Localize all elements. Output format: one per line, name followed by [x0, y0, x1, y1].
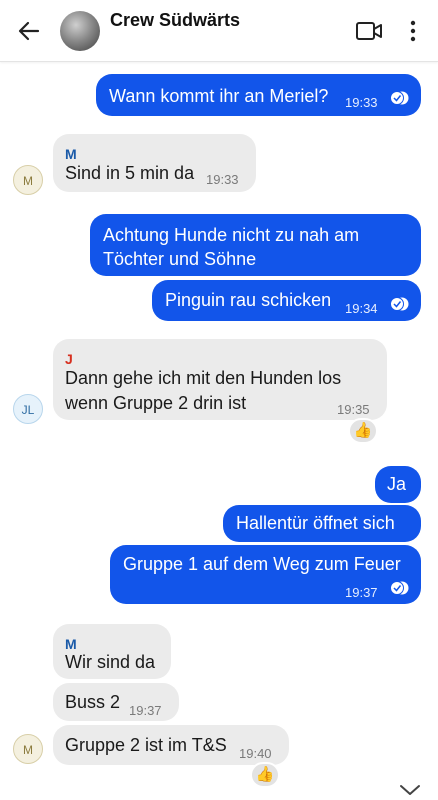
arrow-left-icon[interactable] — [14, 16, 44, 46]
group-avatar[interactable] — [60, 11, 100, 51]
message-bubble-incoming[interactable]: Buss 2 19:37 — [53, 683, 179, 721]
message-text: wenn Gruppe 2 drin ist — [65, 393, 247, 413]
avatar[interactable]: JL — [13, 394, 43, 424]
message-bubble-outgoing[interactable]: Hallentür öffnet sich — [223, 505, 421, 542]
chat-title[interactable]: Crew Südwärts — [110, 10, 240, 31]
message-text: Wir sind da — [65, 652, 156, 672]
more-vertical-icon[interactable] — [406, 18, 420, 44]
message-bubble-outgoing[interactable]: Gruppe 1 auf dem Weg zum Feuer 19:37 — [110, 545, 421, 604]
message-text: Buss 2 — [65, 692, 121, 712]
message-bubble-incoming[interactable]: M Sind in 5 min da 19:33 — [53, 134, 256, 192]
message-bubble-incoming[interactable]: Gruppe 2 ist im T&S 19:40 — [53, 725, 289, 765]
message-text: Pinguin rau schicken — [165, 290, 332, 310]
read-receipt-icon — [390, 581, 409, 595]
chat-header: Crew Südwärts — [0, 0, 438, 62]
reaction-thumbs-up-icon[interactable]: 👍 — [348, 418, 378, 444]
message-time: 19:33 — [345, 95, 378, 110]
message-text: Gruppe 1 auf dem Weg zum Feuer — [123, 554, 401, 574]
message-time: 19:37 — [345, 585, 378, 600]
reaction-thumbs-up-icon[interactable]: 👍 — [250, 762, 280, 788]
message-bubble-incoming[interactable]: M Wir sind da — [53, 624, 171, 679]
message-bubble-outgoing[interactable]: Wann kommt ihr an Meriel? 19:33 — [96, 74, 421, 116]
message-text: Sind in 5 min da — [65, 163, 195, 183]
message-text: Dann gehe ich mit den Hunden los — [65, 368, 342, 388]
message-text: Achtung Hunde nicht zu nah am — [103, 225, 360, 245]
message-text: Wann kommt ihr an Meriel? — [109, 86, 329, 106]
avatar[interactable]: M — [13, 734, 43, 764]
message-text: Ja — [387, 474, 407, 494]
chevron-down-icon[interactable] — [396, 778, 424, 800]
read-receipt-icon — [390, 91, 409, 105]
message-time: 19:37 — [129, 703, 162, 718]
avatar[interactable]: M — [13, 165, 43, 195]
read-receipt-icon — [390, 297, 409, 311]
video-call-icon[interactable] — [355, 18, 383, 44]
message-text: Gruppe 2 ist im T&S — [65, 735, 227, 755]
message-text: Töchter und Söhne — [103, 249, 257, 269]
message-bubble-outgoing[interactable]: Achtung Hunde nicht zu nah am Töchter un… — [90, 214, 421, 276]
message-text: Hallentür öffnet sich — [236, 513, 395, 533]
message-time: 19:34 — [345, 301, 378, 316]
message-bubble-outgoing[interactable]: Ja — [375, 466, 421, 503]
message-bubble-incoming[interactable]: J Dann gehe ich mit den Hunden los wenn … — [53, 339, 387, 420]
message-time: 19:33 — [206, 172, 239, 187]
message-bubble-outgoing[interactable]: Pinguin rau schicken 19:34 — [152, 280, 421, 321]
